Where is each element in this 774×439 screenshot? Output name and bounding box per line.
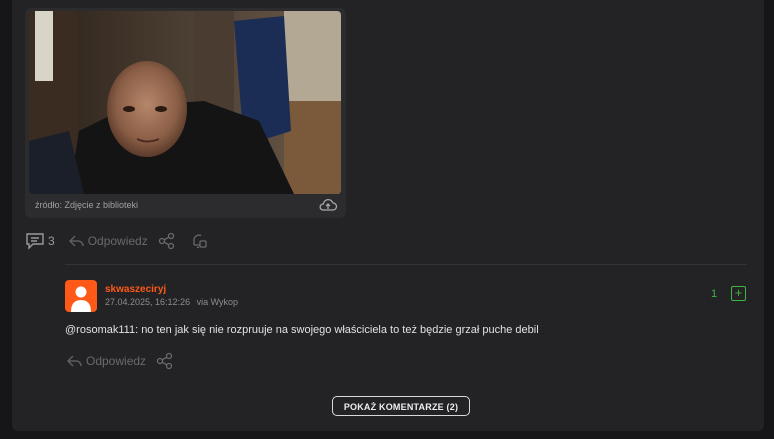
comment-mention-link[interactable]: @rosomak111 (65, 324, 135, 336)
share-button[interactable] (158, 232, 176, 250)
notify-icon (190, 232, 208, 250)
comment-via: via Wykop (196, 297, 239, 307)
comment-body: : no ten jak się nie rozpruuje na swojeg… (135, 324, 539, 336)
comment-reply-button[interactable]: Odpowiedz (65, 353, 146, 369)
share-icon (156, 352, 174, 370)
comments-count: 3 (48, 234, 55, 248)
notify-button[interactable] (190, 232, 208, 250)
upvote-button[interactable]: + (731, 286, 746, 301)
comment-meta: 27.04.2025, 16:12:26 via Wykop (105, 297, 238, 307)
comment-actions: Odpowiedz (65, 351, 174, 371)
comment-username[interactable]: skwaszeciryj (105, 284, 166, 295)
comment-vote-count: 1 (711, 288, 718, 300)
comment-text: @rosomak111: no ten jak się nie rozpruuj… (65, 324, 539, 336)
comments-icon (25, 232, 45, 250)
show-comments-button[interactable]: POKAŻ KOMENTARZE (2) (332, 396, 470, 416)
reply-label: Odpowiedz (87, 234, 148, 248)
media-source-label: źródło: Zdjęcie z biblioteki (35, 200, 139, 210)
upload-cloud-icon[interactable] (318, 197, 338, 213)
avatar-placeholder-icon (71, 286, 91, 312)
comments-divider (65, 264, 747, 265)
reply-button[interactable]: Odpowiedz (67, 233, 148, 249)
comment-timestamp: 27.04.2025, 16:12:26 (105, 297, 191, 307)
entry-photo[interactable] (29, 11, 341, 194)
avatar[interactable] (65, 280, 97, 312)
comment-reply-label: Odpowiedz (86, 354, 147, 368)
comment-share-button[interactable] (156, 352, 174, 370)
reply-icon (65, 353, 83, 369)
entry-media: źródło: Zdjęcie z biblioteki (25, 8, 346, 218)
reply-icon (67, 233, 85, 249)
entry-actions: 3 Odpowiedz (25, 231, 208, 251)
comments-count-button[interactable]: 3 (25, 232, 55, 250)
share-icon (158, 232, 176, 250)
